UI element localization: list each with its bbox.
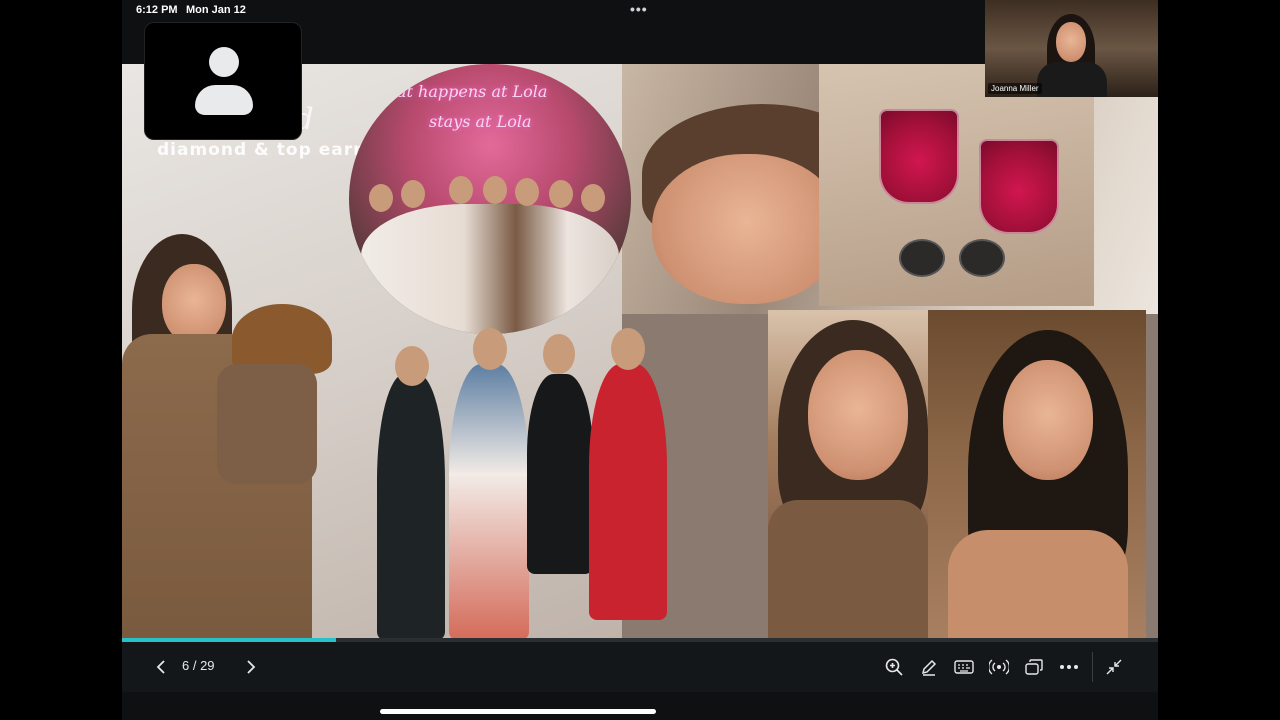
page-counter: 6 / 29 (182, 658, 215, 673)
broadcast-icon[interactable] (987, 642, 1011, 692)
drinks-tray-photo (819, 64, 1094, 306)
person-icon (209, 47, 239, 77)
mother-with-baby-photo (122, 234, 332, 640)
multitask-ellipsis-icon[interactable]: ••• (630, 1, 648, 17)
remote-participant-video[interactable]: Joanna Miller (985, 0, 1158, 97)
keyboard-icon[interactable] (952, 642, 976, 692)
chevron-left-icon[interactable] (150, 642, 172, 692)
slide-subtitle: diamond & top earner (157, 140, 389, 160)
status-time: 6:12 PM (136, 4, 178, 16)
window-switch-icon[interactable] (1022, 642, 1046, 692)
pen-icon[interactable] (917, 642, 941, 692)
meeting-screen: 6:12 PM Mon Jan 12 ••• annd diamond & to… (122, 0, 1158, 720)
home-indicator[interactable] (380, 709, 656, 714)
mirror-selfie-photo (928, 310, 1146, 640)
toolbar-divider (1092, 652, 1093, 682)
participant-name-label: Joanna Miller (988, 83, 1042, 94)
presentation-toolbar: 6 / 29 (122, 642, 1158, 692)
chevron-right-icon[interactable] (240, 642, 262, 692)
zoom-in-icon[interactable] (882, 642, 906, 692)
self-participant-tile[interactable] (144, 22, 302, 140)
group-neon-sign-photo: at happens at Lola stays at Lola (349, 64, 631, 334)
smiling-selfie-photo (768, 310, 928, 640)
shared-slide: annd diamond & top earner at happens at … (122, 64, 1158, 640)
ellipsis-icon[interactable] (1057, 642, 1081, 692)
four-women-photo (377, 314, 697, 640)
neon-sign-line-2: stays at Lola (429, 112, 532, 131)
status-date: Mon Jan 12 (186, 4, 246, 16)
sunglasses (899, 239, 1009, 279)
neon-sign-line-1: at happens at Lola (397, 82, 548, 101)
minimize-icon[interactable] (1102, 642, 1126, 692)
